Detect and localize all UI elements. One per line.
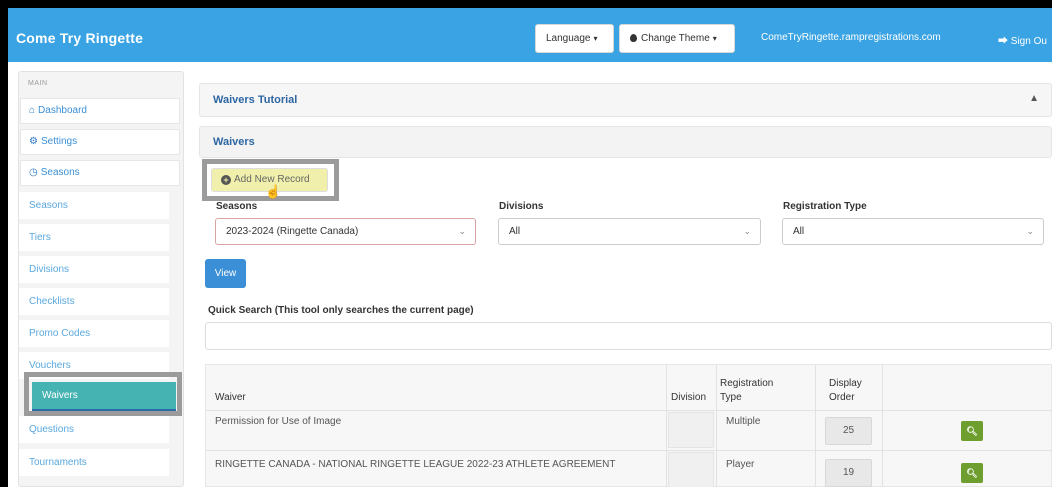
quick-search-label: Quick Search (This tool only searches th… [208, 305, 474, 316]
header-line: Display [829, 378, 862, 389]
header-line: Type [720, 392, 742, 403]
waivers-table: Waiver Division Registration Type Displa… [205, 364, 1052, 487]
change-theme-dropdown[interactable]: Change Theme ▾ [619, 24, 735, 53]
gear-icon: ⚙ [29, 136, 38, 147]
chevron-up-icon[interactable]: ▲ [1029, 93, 1039, 104]
waiver-name: RINGETTE CANADA - NATIONAL RINGETTE LEAG… [215, 459, 616, 470]
language-label: Language [546, 33, 591, 44]
sidebar-item-seasons-group[interactable]: ◷ Seasons [20, 160, 180, 186]
header-registration-type[interactable]: Registration Type [720, 377, 773, 405]
chevron-down-icon: ⌄ [458, 226, 466, 236]
sidebar-item-label: Seasons [40, 167, 80, 178]
registration-type: Player [726, 459, 755, 470]
column-divider [882, 365, 883, 487]
waiver-name: Permission for Use of Image [215, 416, 342, 427]
sidebar-item-tournaments[interactable]: Tournaments [19, 449, 169, 476]
header-display-order[interactable]: Display Order [829, 377, 862, 405]
caret-down-icon: ▾ [712, 34, 717, 43]
division-cell [668, 412, 714, 448]
sidebar-item-label: Settings [40, 136, 78, 147]
view-record-button[interactable]: 🔍︎ [961, 421, 983, 441]
sidebar-item-questions[interactable]: Questions [19, 416, 169, 443]
seasons-select-value: 2023-2024 (Ringette Canada) [226, 226, 359, 237]
highlight-frame [24, 372, 182, 416]
sidebar-item-checklists[interactable]: Checklists [19, 288, 169, 315]
magnifier-icon: 🔍︎ [966, 468, 978, 478]
language-dropdown[interactable]: Language ▾ [535, 24, 614, 53]
theme-label: Change Theme [641, 33, 710, 44]
panel-title: Waivers Tutorial [213, 94, 298, 106]
caret-down-icon: ▾ [593, 34, 598, 43]
brand-title[interactable]: Come Try Ringette [16, 30, 143, 46]
row-divider [206, 410, 1052, 411]
registration-type-label: Registration Type [783, 201, 867, 212]
sidebar-item-label: Dashboard [38, 105, 87, 116]
display-order-input[interactable]: 25 [825, 417, 872, 445]
hand-cursor-icon: ☝ [265, 184, 282, 199]
app-window: Come Try Ringette Language ▾ Change Theme… [8, 8, 1052, 487]
display-order-input[interactable]: 19 [825, 459, 872, 487]
divisions-label: Divisions [499, 201, 544, 212]
top-navbar: Come Try Ringette Language ▾ Change Theme… [8, 8, 1052, 62]
division-cell [668, 452, 714, 487]
sidebar-item-divisions[interactable]: Divisions [19, 256, 169, 283]
header-division[interactable]: Division [671, 391, 706, 405]
waivers-panel-header: Waivers [199, 126, 1052, 158]
row-divider [206, 450, 1052, 451]
chevron-down-icon: ⌄ [743, 226, 751, 236]
quick-search-input[interactable] [205, 322, 1052, 350]
registration-type-select-value: All [793, 226, 805, 237]
divisions-select[interactable]: All ⌄ [498, 218, 761, 245]
divisions-select-value: All [509, 226, 521, 237]
column-divider [716, 365, 717, 487]
view-record-button[interactable]: 🔍︎ [961, 463, 983, 483]
header-line: Registration [720, 378, 774, 389]
header-waiver[interactable]: Waiver [215, 391, 246, 405]
view-button[interactable]: View [205, 259, 246, 288]
droplet-icon [630, 34, 637, 42]
sidebar-item-dashboard[interactable]: ⌂ Dashboard [20, 98, 180, 124]
sidebar-item-tiers[interactable]: Tiers [19, 224, 169, 251]
sign-out-link[interactable]: ⮕ Sign Ou [998, 32, 1047, 47]
chevron-down-icon: ⌄ [1026, 226, 1034, 236]
clock-icon: ◷ [29, 167, 38, 178]
header-line: Order [829, 392, 855, 403]
domain-link[interactable]: ComeTryRingette.rampregistrations.com [761, 32, 941, 43]
registration-type-select[interactable]: All ⌄ [782, 218, 1044, 245]
seasons-select[interactable]: 2023-2024 (Ringette Canada) ⌄ [215, 218, 476, 245]
sidebar-item-settings[interactable]: ⚙ Settings [20, 129, 180, 155]
sidebar-item-seasons[interactable]: Seasons [19, 192, 169, 219]
magnifier-icon: 🔍︎ [966, 426, 978, 436]
sign-out-icon: ⮕ [998, 36, 1008, 47]
sidebar-section-label: MAIN [28, 80, 48, 87]
registration-type: Multiple [726, 416, 761, 427]
seasons-label: Seasons [216, 201, 258, 212]
sidebar-item-promo-codes[interactable]: Promo Codes [19, 320, 169, 347]
column-divider [666, 365, 667, 487]
home-icon: ⌂ [29, 105, 36, 116]
sign-out-label: Sign Ou [1010, 36, 1047, 47]
column-divider [815, 365, 816, 487]
waivers-tutorial-panel[interactable]: Waivers Tutorial ▲ [199, 83, 1052, 117]
panel-title: Waivers [213, 136, 255, 148]
